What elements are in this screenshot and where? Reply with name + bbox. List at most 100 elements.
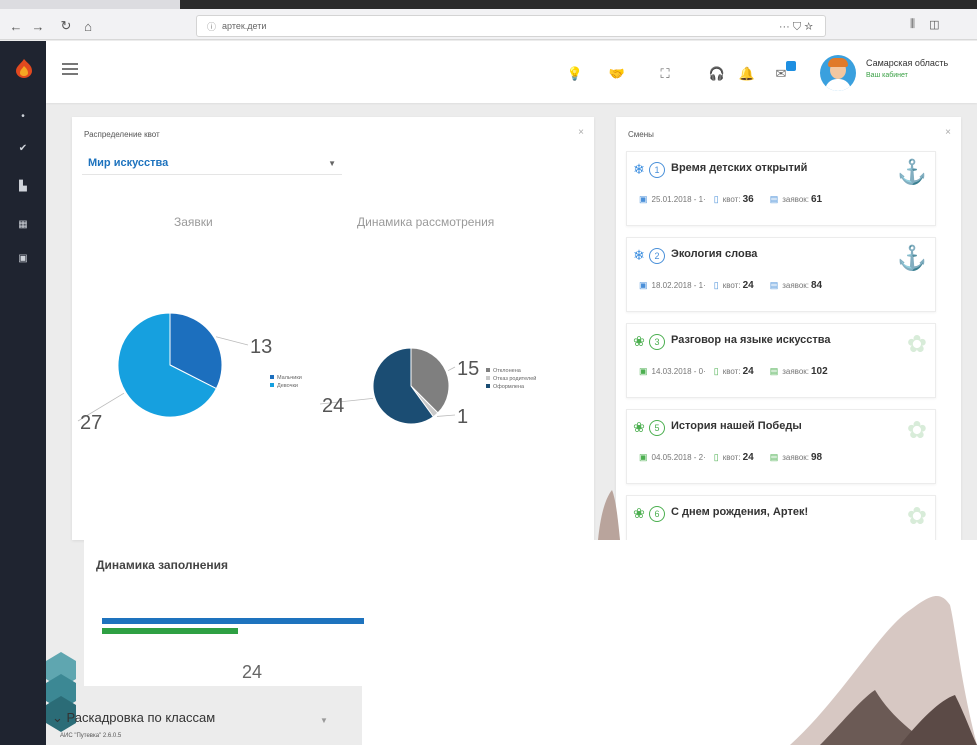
sidebar-dot-icon[interactable]: • [14,107,32,125]
leader-line [447,366,456,372]
chevron-down-icon[interactable]: ▼ [320,716,328,725]
messages-icon[interactable]: ✉ [772,61,796,83]
sidebar-list-icon[interactable]: ▦ [14,215,32,233]
snowflake-icon: ❄ [633,160,645,177]
legend-swatch [486,368,490,372]
hamburger-menu-icon[interactable] [62,63,78,77]
data-label: 13 [250,336,272,358]
shifts-panel: Смены × ❄ 1 Время детских открытий ⚓ ▣ 25.01.… [616,117,961,540]
home-icon[interactable]: ⌂ [78,16,98,36]
quota-label: квот: [722,281,741,290]
flower-icon: ❀ [633,418,645,435]
headset-icon[interactable]: 🎧 [708,65,726,83]
forward-icon[interactable]: → [28,16,48,36]
quota-value: 24 [742,280,754,291]
shift-meta: ▣ 18.02.2018 - 1· ▯ квот: 24 ▤ заявок: 84 [639,280,822,291]
applications-value: 61 [810,194,823,205]
applications-value: 98 [810,452,823,463]
shift-number: 6 [649,506,665,522]
shift-card[interactable]: ❄ 1 Время детских открытий ⚓ ▣ 25.01.2018 - 1… [626,151,936,226]
shift-name[interactable]: С днем рождения, Артек! [671,506,808,518]
data-label: 15 [457,358,479,380]
sidebar-doc-icon[interactable]: ▙ [14,177,32,195]
mountain-illustration [790,595,977,745]
calendar-icon: ▣ [639,280,648,290]
quota-label: квот: [722,195,741,204]
applications-label: заявок: [782,453,809,462]
shift-number: 5 [649,420,665,436]
sidebar-settings-icon[interactable]: ▣ [14,249,32,267]
app-logo-icon [16,59,32,78]
shift-dates: 18.02.2018 - 1· [651,281,706,290]
ticket-icon: ▯ [713,452,719,462]
panel-title: Динамика заполнения [96,558,229,572]
shift-card[interactable]: ❀ 5 История нашей Победы ✿ ▣ 04.05.2018 - 2· ▯… [626,409,936,484]
shift-name[interactable]: Время детских открытий [671,162,807,174]
quota-value: 24 [742,366,754,377]
shift-card[interactable]: ❀ 6 С днем рождения, Артек! ✿ [626,495,936,540]
pie-charts: 13 27 Мальчики Девочки 15 1 24 ОтклоненаОтказ р… [77,312,536,434]
app-header: 💡 🤝 ⛶ 🎧 🔔 ✉ Самарская область Ваш кабине… [46,41,977,103]
shift-name[interactable]: Разговор на языке искусства [671,334,831,346]
legend-label[interactable]: Оформлена [493,384,525,390]
data-label: 27 [80,412,102,434]
quota-value: 24 [742,452,754,463]
avatar[interactable] [820,55,856,91]
legend-label[interactable]: Мальчики [277,375,302,381]
document-icon: ▤ [769,452,779,462]
close-icon[interactable]: × [945,127,951,138]
applications-label: заявок: [782,195,809,204]
page-actions[interactable]: ··· ⛉ ☆ [779,16,825,38]
browser-tab[interactable] [0,0,180,9]
leader-line [215,336,249,346]
shift-dates: 25.01.2018 - 1· [651,195,706,204]
applications-value: 84 [810,280,823,291]
library-icon[interactable]: ⫼ [910,18,915,31]
user-name[interactable]: Самарская область [866,58,948,68]
ticket-icon: ▯ [713,366,719,376]
shift-number: 3 [649,334,665,350]
ticket-icon: ▯ [713,280,719,290]
shift-number: 1 [649,162,665,178]
shift-card[interactable]: ❄ 2 Экология слова ⚓ ▣ 18.02.2018 - 1· ▯ квот: 2… [626,237,936,312]
shift-dates: 04.05.2018 - 2· [651,453,706,462]
lightbulb-icon[interactable]: 💡 [566,65,584,83]
sidebar-toggle-icon[interactable]: ◫ [929,18,939,31]
sidebar-check-icon[interactable]: ✔ [14,139,32,157]
url-text: артек.дети [222,21,267,31]
ticket-icon: ▯ [713,194,719,204]
quota-label: квот: [722,453,741,462]
shift-name[interactable]: Экология слова [671,248,757,260]
flower-icon: ❀ [633,504,645,521]
applications-label: заявок: [782,281,809,290]
legend-swatch [486,376,490,380]
info-icon: ⓘ [207,21,217,32]
legend-label[interactable]: Девочки [277,383,298,389]
lotus-icon: ✿ [906,417,927,444]
fullscreen-icon[interactable]: ⛶ [656,65,674,83]
snowflake-icon: ❄ [633,246,645,263]
calendar-icon: ▣ [639,366,648,376]
tab-strip [180,0,977,9]
bell-icon[interactable]: 🔔 [738,65,756,83]
shift-meta: ▣ 04.05.2018 - 2· ▯ квот: 24 ▤ заявок: 98 [639,452,822,463]
document-icon: ▤ [769,194,779,204]
back-icon[interactable]: ← [6,16,26,36]
legend-label[interactable]: Отклонена [493,368,522,374]
left-sidebar: • ✔ ▙ ▦ ▣ [0,41,46,745]
shift-name[interactable]: История нашей Победы [671,420,802,432]
handshake-icon[interactable]: 🤝 [608,65,626,83]
quota-value: 36 [742,194,754,205]
address-bar[interactable]: ⓘ артек.дети ··· ⛉ ☆ [196,15,826,37]
class-distribution-title[interactable]: ⌄ Раскадровка по классам [52,710,215,726]
user-status[interactable]: Ваш кабинет [866,72,908,79]
reload-icon[interactable]: ↻ [56,16,76,36]
shift-meta: ▣ 14.03.2018 - 0· ▯ квот: 24 ▤ заявок: 102 [639,366,828,377]
legend-swatch [270,375,274,379]
lotus-icon: ✿ [906,331,927,358]
shift-card[interactable]: ❀ 3 Разговор на языке искусства ✿ ▣ 14.03.201… [626,323,936,398]
shift-dates: 14.03.2018 - 0· [651,367,706,376]
notification-badge [786,61,796,71]
legend-label[interactable]: Отказ родителей [493,375,536,382]
browser-extensions: ⫼ ◫ [910,18,939,31]
